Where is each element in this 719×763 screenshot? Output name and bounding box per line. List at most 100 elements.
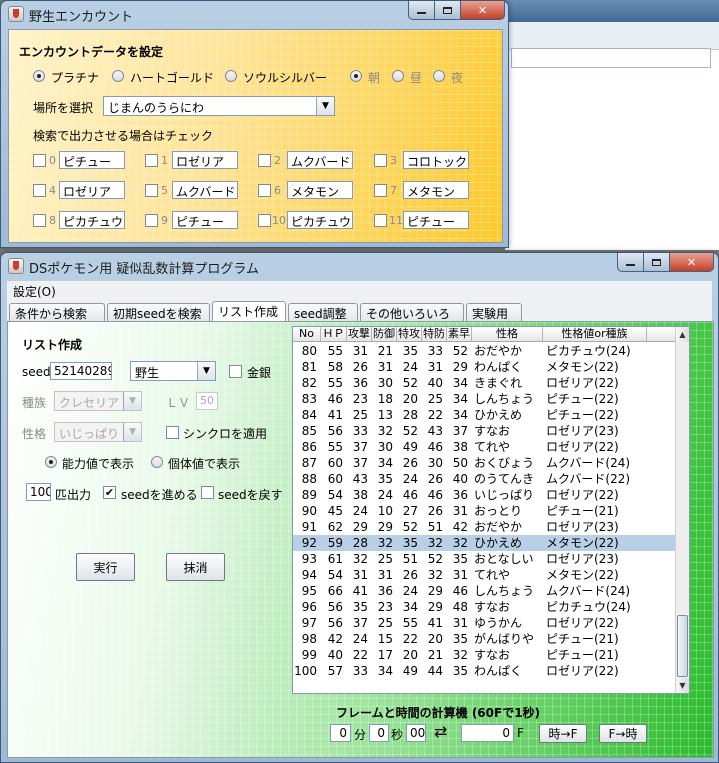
maximize-button[interactable] bbox=[435, 1, 461, 20]
table-row[interactable]: 99 40 22 17 20 21 32 すなお ピチュー(21) bbox=[293, 647, 677, 663]
slot-11-checkbox[interactable] bbox=[374, 214, 387, 227]
slot-2-field[interactable]: ムクバード bbox=[287, 151, 353, 169]
slot-3-field[interactable]: コロトック bbox=[403, 151, 469, 169]
frame-to-time-button[interactable]: F→時 bbox=[599, 724, 647, 743]
count-input[interactable]: 100 bbox=[26, 483, 51, 501]
column-header[interactable]: 特防 bbox=[422, 327, 447, 341]
encounter-title-bar[interactable]: 野生エンカウント ✕ bbox=[1, 1, 508, 27]
column-header[interactable]: 素早 bbox=[447, 327, 472, 341]
tab-misc[interactable]: その他いろいろ bbox=[360, 303, 464, 321]
menu-settings[interactable]: 設定(O) bbox=[13, 283, 56, 300]
tab-initial-seed[interactable]: 初期seedを検索 bbox=[107, 303, 210, 321]
table-row[interactable]: 86 55 37 30 49 46 38 てれや ロゼリア(22) bbox=[293, 439, 677, 455]
slot-8-checkbox[interactable] bbox=[33, 214, 46, 227]
table-row[interactable]: 83 46 23 18 20 25 34 しんちょう ピチュー(22) bbox=[293, 391, 677, 407]
table-row[interactable]: 90 45 24 10 27 26 31 おっとり ピチュー(21) bbox=[293, 503, 677, 519]
table-row[interactable]: 93 61 32 25 51 52 35 おとなしい ロゼリア(23) bbox=[293, 551, 677, 567]
slot-7-checkbox[interactable] bbox=[374, 184, 387, 197]
seconds-input[interactable]: 0 bbox=[369, 724, 389, 742]
slot-4-checkbox[interactable] bbox=[33, 184, 46, 197]
scroll-down-icon[interactable]: ▼ bbox=[676, 678, 689, 693]
close-button[interactable]: ✕ bbox=[670, 253, 714, 272]
minutes-input[interactable]: 0 bbox=[330, 724, 351, 742]
table-row[interactable]: 85 56 33 32 52 43 37 すなお ロゼリア(23) bbox=[293, 423, 677, 439]
level-input[interactable]: 50 bbox=[196, 392, 218, 410]
table-row[interactable]: 92 59 28 32 35 32 32 ひかえめ メタモン(22) bbox=[293, 535, 677, 551]
table-row[interactable]: 80 55 31 21 35 33 52 おだやか ピカチュウ(24) bbox=[293, 343, 677, 359]
time-day-radio[interactable] bbox=[392, 70, 404, 82]
table-row[interactable]: 98 42 24 15 22 20 35 がんばりや ピチュー(21) bbox=[293, 631, 677, 647]
column-header[interactable]: No bbox=[293, 327, 321, 341]
table-row[interactable]: 82 55 36 30 52 40 34 きまぐれ ロゼリア(22) bbox=[293, 375, 677, 391]
version-soulsilver-radio[interactable] bbox=[225, 70, 237, 82]
table-row[interactable]: 95 66 41 36 24 29 46 しんちょう ムクバード(24) bbox=[293, 583, 677, 599]
time-night-radio[interactable] bbox=[433, 70, 445, 82]
slot-1-field[interactable]: ロゼリア bbox=[172, 151, 238, 169]
slot-10-checkbox[interactable] bbox=[258, 214, 271, 227]
table-row[interactable]: 94 54 31 31 26 32 31 てれや メタモン(22) bbox=[293, 567, 677, 583]
slot-0-checkbox[interactable] bbox=[33, 154, 46, 167]
column-header[interactable]: 防御 bbox=[372, 327, 397, 341]
table-row[interactable]: 96 56 35 23 34 29 48 すなお ピカチュウ(24) bbox=[293, 599, 677, 615]
table-row[interactable]: 81 58 26 31 24 31 29 わんぱく メタモン(22) bbox=[293, 359, 677, 375]
version-heartgold-radio[interactable] bbox=[112, 70, 124, 82]
mode-select[interactable]: 野生 ▼ bbox=[130, 361, 216, 381]
column-header[interactable]: 特攻 bbox=[397, 327, 422, 341]
main-title-bar[interactable]: DSポケモン用 疑似乱数計算プログラム ✕ bbox=[1, 253, 718, 279]
table-row[interactable]: 100 57 33 34 49 44 35 わんぱく ロゼリア(22) bbox=[293, 663, 677, 679]
table-row[interactable]: 91 62 29 29 52 51 42 おだやか ロゼリア(23) bbox=[293, 519, 677, 535]
tab-seed-adjust[interactable]: seed調整 bbox=[288, 303, 358, 321]
slot-4-field[interactable]: ロゼリア bbox=[59, 181, 125, 199]
close-button[interactable]: ✕ bbox=[461, 1, 505, 20]
slot-11-field[interactable]: ピチュー bbox=[403, 211, 469, 229]
maximize-button[interactable] bbox=[644, 253, 670, 272]
column-header[interactable]: 性格 bbox=[472, 327, 543, 341]
tab-search-conditions[interactable]: 条件から検索 bbox=[9, 303, 105, 321]
slot-7-field[interactable]: メタモン bbox=[403, 181, 469, 199]
slot-3-checkbox[interactable] bbox=[374, 154, 387, 167]
minimize-button[interactable] bbox=[617, 253, 644, 272]
version-platinum-radio[interactable] bbox=[33, 70, 45, 82]
slot-10-field[interactable]: ピカチュウ bbox=[287, 211, 353, 229]
tab-experimental[interactable]: 実験用 bbox=[466, 303, 522, 321]
slot-9-checkbox[interactable] bbox=[145, 214, 158, 227]
table-row[interactable]: 87 60 37 34 26 30 50 おくびょう ムクバード(24) bbox=[293, 455, 677, 471]
slot-5-checkbox[interactable] bbox=[145, 184, 158, 197]
minimize-button[interactable] bbox=[408, 1, 435, 20]
run-button[interactable]: 実行 bbox=[76, 553, 135, 581]
slot-6-field[interactable]: メタモン bbox=[287, 181, 353, 199]
slot-6-checkbox[interactable] bbox=[258, 184, 271, 197]
column-header[interactable]: ＨＰ bbox=[321, 327, 347, 341]
rewind-seed-checkbox[interactable] bbox=[201, 486, 214, 499]
gold-silver-checkbox[interactable] bbox=[229, 365, 242, 378]
table-row[interactable]: 88 60 43 35 24 26 40 のうてんき ムクバード(22) bbox=[293, 471, 677, 487]
tab-list-create[interactable]: リスト作成 bbox=[212, 301, 286, 321]
location-select[interactable]: じまんのうらにわ ▼ bbox=[103, 96, 335, 116]
table-row[interactable]: 89 54 38 24 46 46 36 いじっぱり ロゼリア(22) bbox=[293, 487, 677, 503]
display-stats-radio[interactable] bbox=[45, 456, 57, 468]
frame-input[interactable]: 0 bbox=[461, 724, 514, 742]
column-header[interactable]: 性格値or種族 bbox=[543, 327, 647, 341]
column-header[interactable]: 攻撃 bbox=[347, 327, 372, 341]
table-row[interactable]: 97 56 37 25 55 41 31 ゆうかん ロゼリア(22) bbox=[293, 615, 677, 631]
time-morning-radio[interactable] bbox=[350, 70, 362, 82]
species-select[interactable]: クレセリア ▼ bbox=[54, 391, 142, 411]
slot-5-field[interactable]: ムクバード bbox=[172, 181, 238, 199]
table-scrollbar[interactable]: ▲ ▼ bbox=[675, 327, 689, 693]
slot-2-checkbox[interactable] bbox=[258, 154, 271, 167]
scroll-up-icon[interactable]: ▲ bbox=[676, 327, 689, 342]
clear-button[interactable]: 抹消 bbox=[166, 553, 225, 581]
slot-0-field[interactable]: ピチュー bbox=[59, 151, 125, 169]
time-to-frame-button[interactable]: 時→F bbox=[539, 724, 587, 743]
seed-input[interactable]: 52140289 bbox=[50, 362, 112, 380]
table-row[interactable]: 84 41 25 13 28 22 34 ひかえめ ピチュー(22) bbox=[293, 407, 677, 423]
slot-9-field[interactable]: ピチュー bbox=[172, 211, 238, 229]
scroll-thumb[interactable] bbox=[677, 615, 688, 677]
subsecond-input[interactable]: 00 bbox=[406, 724, 426, 742]
synchro-checkbox[interactable] bbox=[166, 426, 179, 439]
nature-select[interactable]: いじっぱり ▼ bbox=[54, 422, 142, 442]
display-iv-radio[interactable] bbox=[151, 456, 163, 468]
advance-seed-checkbox[interactable]: ✔ bbox=[103, 486, 116, 499]
slot-8-field[interactable]: ピカチュウ bbox=[59, 211, 125, 229]
slot-1-checkbox[interactable] bbox=[145, 154, 158, 167]
